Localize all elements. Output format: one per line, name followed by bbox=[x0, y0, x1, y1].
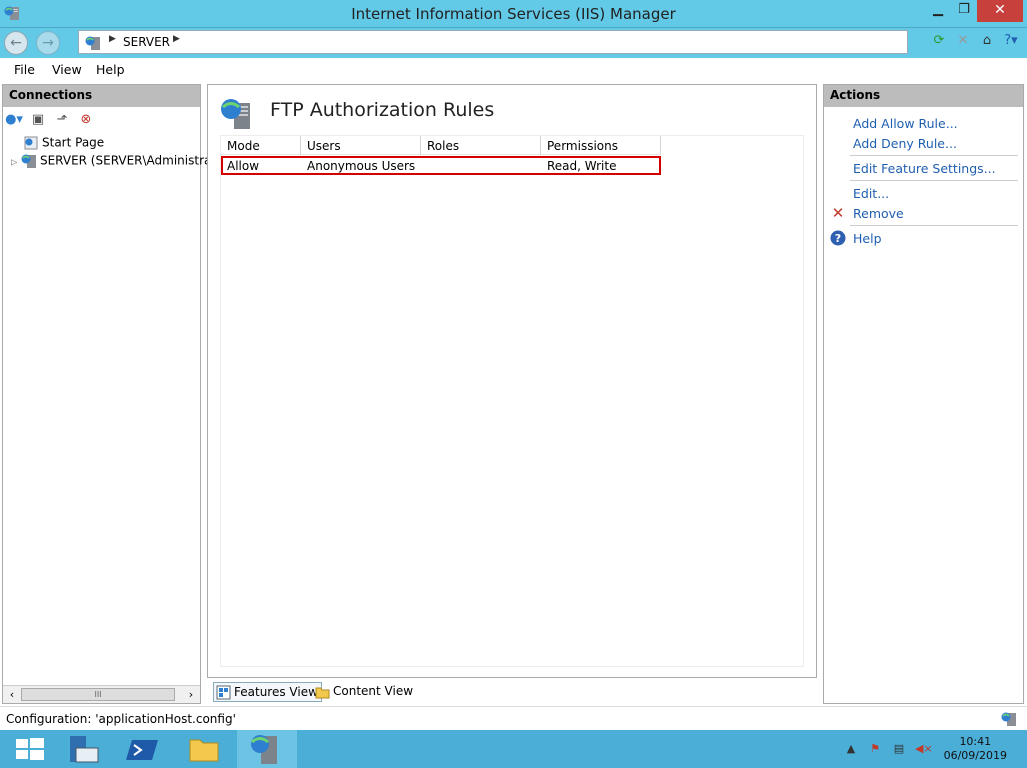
column-header-users[interactable]: Users bbox=[301, 136, 421, 155]
feature-pane: FTP Authorization Rules Mode Users Roles… bbox=[207, 84, 817, 678]
column-header-permissions[interactable]: Permissions bbox=[541, 136, 661, 155]
disconnect-icon[interactable]: ⊗ bbox=[77, 111, 95, 129]
system-tray: ▲ ⚑ ▤ ◀× 10:41 06/09/2019 bbox=[827, 730, 1027, 768]
clock[interactable]: 10:41 06/09/2019 bbox=[944, 735, 1007, 763]
scroll-right-icon[interactable]: › bbox=[183, 687, 199, 703]
up-level-icon[interactable]: ⬏ bbox=[53, 111, 71, 129]
iis-manager-icon bbox=[251, 735, 277, 764]
scroll-thumb[interactable]: III bbox=[21, 688, 175, 701]
window-title: Internet Information Services (IIS) Mana… bbox=[351, 5, 676, 23]
network-icon[interactable]: ▤ bbox=[891, 741, 907, 757]
save-icon[interactable]: ▣ bbox=[29, 111, 47, 129]
svg-text:?: ? bbox=[835, 232, 841, 245]
main-area: Connections ●▾ ▣ ⬏ ⊗ Start Page ▷ SERVER… bbox=[0, 82, 1027, 706]
grid-header: Mode Users Roles Permissions bbox=[221, 136, 661, 155]
clock-time: 10:41 bbox=[959, 735, 992, 748]
status-text: Configuration: 'applicationHost.config' bbox=[6, 712, 236, 726]
breadcrumb-separator-icon: ▶ bbox=[109, 34, 116, 44]
volume-muted-icon[interactable]: ◀× bbox=[915, 741, 933, 757]
breadcrumb-server[interactable]: SERVER bbox=[123, 35, 170, 49]
menu-help[interactable]: Help bbox=[96, 62, 125, 77]
taskbar-powershell[interactable] bbox=[112, 730, 172, 768]
powershell-icon bbox=[126, 740, 158, 760]
status-bar: Configuration: 'applicationHost.config' bbox=[0, 706, 1027, 730]
scroll-left-icon[interactable]: ‹ bbox=[4, 687, 20, 703]
address-bar: ← → ▶ SERVER ▶ ⟳ ✕ ⌂ ?▾ bbox=[0, 28, 1027, 58]
divider bbox=[850, 180, 1018, 181]
cell-permissions: Read, Write bbox=[547, 159, 617, 173]
tab-label: Features View bbox=[234, 685, 318, 699]
remove-link[interactable]: Remove bbox=[853, 206, 904, 221]
tab-label: Content View bbox=[333, 684, 414, 698]
back-button[interactable]: ← bbox=[4, 31, 28, 55]
taskbar-file-explorer[interactable] bbox=[174, 730, 234, 768]
horizontal-scrollbar[interactable]: ‹ III › bbox=[3, 685, 200, 703]
column-header-roles[interactable]: Roles bbox=[421, 136, 541, 155]
divider bbox=[850, 225, 1018, 226]
server-icon bbox=[21, 154, 36, 168]
back-arrow-icon: ← bbox=[10, 35, 22, 51]
connections-pane: Connections ●▾ ▣ ⬏ ⊗ Start Page ▷ SERVER… bbox=[2, 84, 233, 704]
content-view-icon bbox=[315, 687, 330, 699]
server-status-icon bbox=[1001, 712, 1016, 726]
taskbar: ▲ ⚑ ▤ ◀× 10:41 06/09/2019 bbox=[0, 730, 1027, 768]
restore-button[interactable]: ❐ bbox=[951, 0, 977, 22]
actions-pane: Actions Add Allow Rule... Add Deny Rule.… bbox=[823, 84, 1024, 704]
close-button[interactable]: ✕ bbox=[977, 0, 1023, 22]
divider bbox=[850, 155, 1018, 156]
stop-icon[interactable]: ✕ bbox=[953, 31, 973, 51]
tree-label: SERVER (SERVER\Administrator) bbox=[39, 153, 234, 168]
forward-arrow-icon: → bbox=[42, 35, 54, 51]
help-link[interactable]: Help bbox=[853, 231, 882, 246]
forward-button[interactable]: → bbox=[36, 31, 60, 55]
server-icon bbox=[85, 36, 100, 50]
expand-chevron-icon[interactable]: ▷ bbox=[11, 158, 17, 167]
menu-view[interactable]: View bbox=[52, 62, 82, 77]
minimize-button[interactable]: ▁ bbox=[925, 0, 951, 22]
view-tabs: Features View Content View bbox=[207, 680, 817, 704]
action-center-icon[interactable]: ⚑ bbox=[867, 741, 883, 757]
ftp-authorization-icon bbox=[221, 99, 250, 129]
start-page-icon bbox=[24, 136, 38, 150]
refresh-icon[interactable]: ⟳ bbox=[929, 31, 949, 51]
tab-features-view[interactable]: Features View bbox=[213, 682, 322, 702]
taskbar-server-manager[interactable] bbox=[56, 730, 116, 768]
home-icon[interactable]: ⌂ bbox=[977, 31, 997, 51]
add-deny-rule-link[interactable]: Add Deny Rule... bbox=[853, 136, 957, 151]
breadcrumb-expand-icon[interactable]: ▶ bbox=[173, 34, 180, 44]
edit-feature-settings-link[interactable]: Edit Feature Settings... bbox=[853, 161, 996, 176]
menu-bar: File View Help bbox=[0, 58, 1027, 82]
title-bar: Internet Information Services (IIS) Mana… bbox=[0, 0, 1027, 28]
start-button[interactable] bbox=[0, 730, 60, 768]
menu-file[interactable]: File bbox=[14, 62, 35, 77]
tree-label: Start Page bbox=[42, 135, 105, 150]
tab-content-view[interactable]: Content View bbox=[313, 682, 416, 702]
remove-x-icon: ✕ bbox=[831, 204, 845, 222]
rules-grid: Mode Users Roles Permissions Allow Anony… bbox=[220, 135, 804, 667]
windows-logo-icon bbox=[16, 738, 44, 760]
help-dropdown-icon[interactable]: ?▾ bbox=[1001, 31, 1021, 51]
table-row[interactable]: Allow Anonymous Users Read, Write bbox=[221, 156, 661, 175]
add-allow-rule-link[interactable]: Add Allow Rule... bbox=[853, 116, 958, 131]
connections-tree: Start Page ▷ SERVER (SERVER\Administrato… bbox=[3, 133, 233, 673]
actions-header: Actions bbox=[824, 85, 1023, 107]
page-title: FTP Authorization Rules bbox=[270, 99, 495, 121]
tree-item-server[interactable]: ▷ SERVER (SERVER\Administrator) bbox=[11, 153, 233, 169]
server-manager-icon bbox=[70, 736, 99, 763]
edit-link[interactable]: Edit... bbox=[853, 186, 889, 201]
help-icon: ? bbox=[830, 230, 846, 246]
tree-item-start-page[interactable]: Start Page bbox=[23, 135, 104, 151]
cell-users: Anonymous Users bbox=[307, 159, 416, 173]
cell-mode: Allow bbox=[227, 159, 260, 173]
folder-icon bbox=[189, 739, 219, 762]
features-view-icon bbox=[216, 685, 231, 700]
show-hidden-icons-icon[interactable]: ▲ bbox=[843, 741, 859, 757]
taskbar-iis-manager[interactable] bbox=[237, 730, 297, 768]
connections-toolbar: ●▾ ▣ ⬏ ⊗ bbox=[3, 107, 200, 133]
connect-globe-icon[interactable]: ●▾ bbox=[5, 111, 23, 129]
connections-header: Connections bbox=[3, 85, 200, 107]
address-box[interactable]: ▶ SERVER ▶ bbox=[78, 30, 908, 54]
column-header-mode[interactable]: Mode bbox=[221, 136, 301, 155]
clock-date: 06/09/2019 bbox=[943, 749, 1007, 762]
